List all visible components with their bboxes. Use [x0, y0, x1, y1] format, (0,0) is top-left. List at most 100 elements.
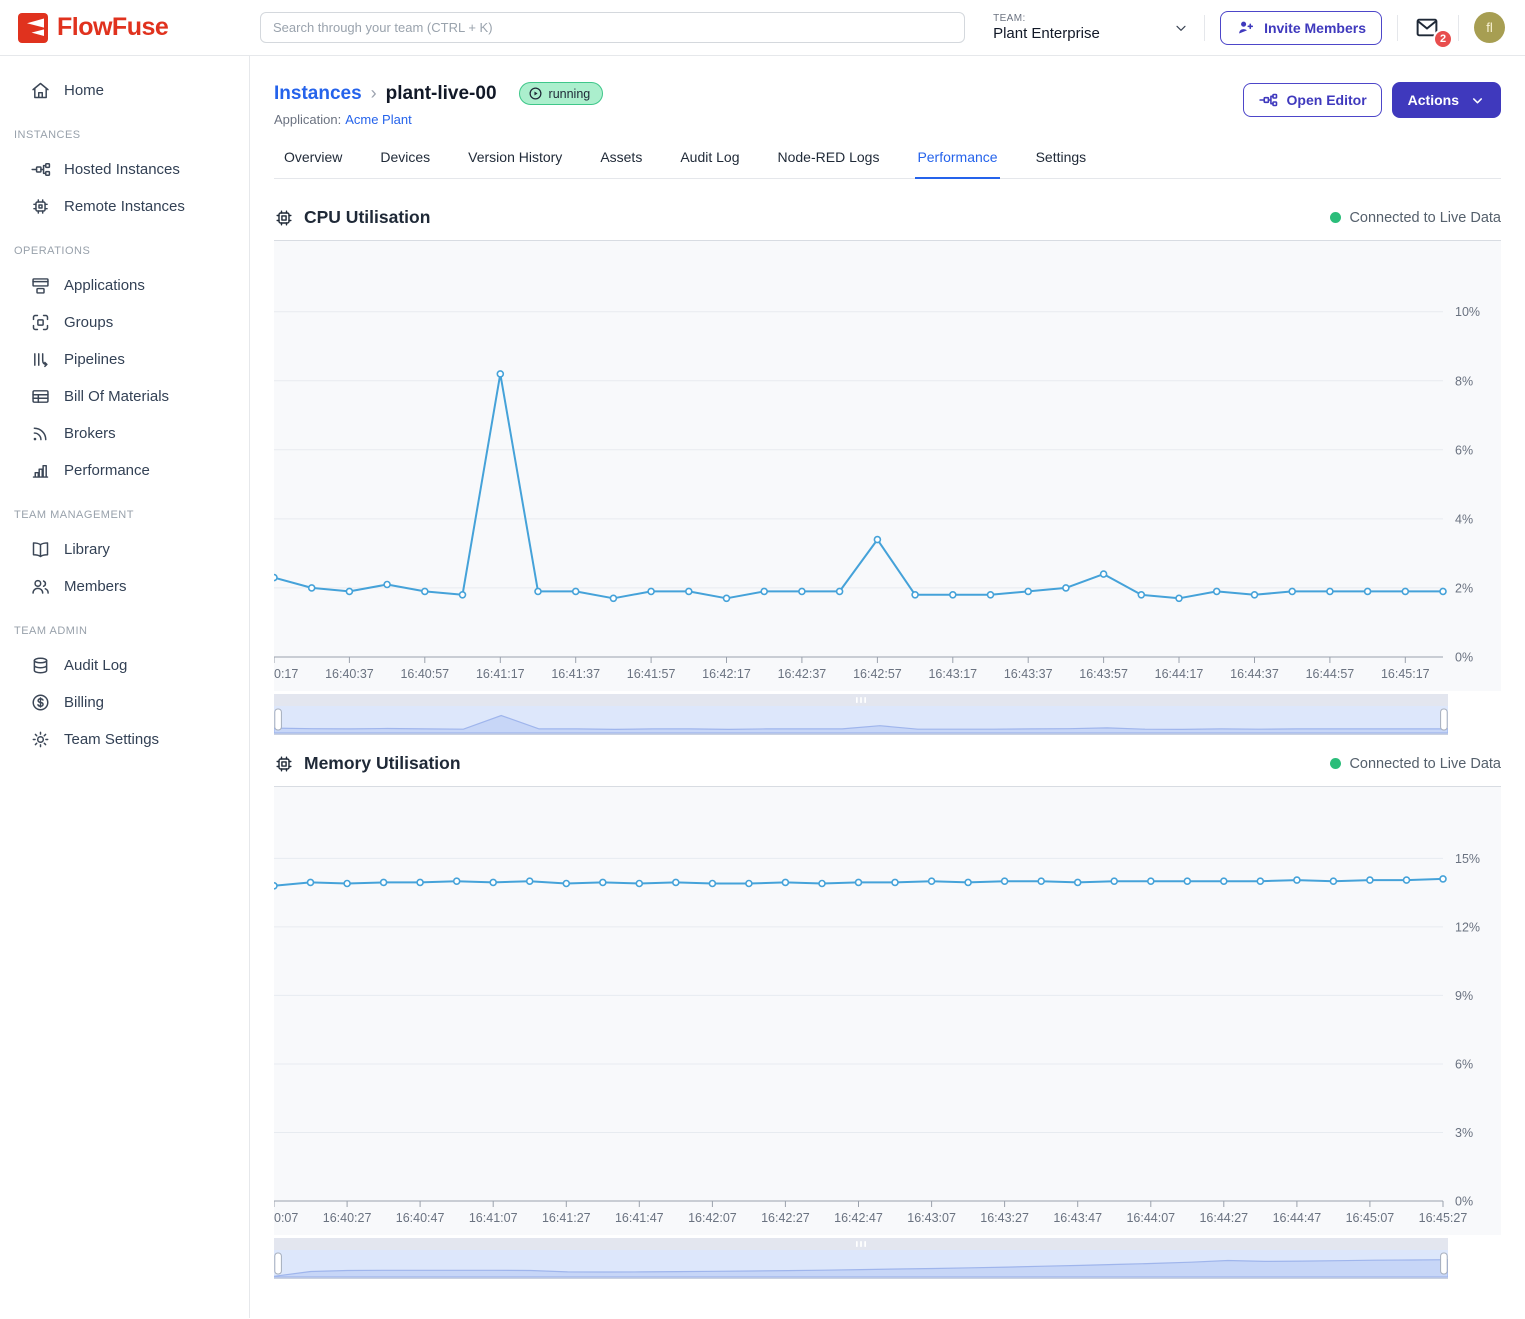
x-tick-label: 16:40:47	[396, 1211, 445, 1225]
team-name: Plant Enterprise	[993, 25, 1100, 42]
sidebar-section-instances: INSTANCES	[0, 109, 249, 151]
sidebar-item-home[interactable]: Home	[0, 72, 249, 109]
pipelines-icon	[30, 349, 51, 370]
data-point-marker	[573, 588, 579, 594]
live-data-status: Connected to Live Data	[1330, 756, 1501, 772]
data-point-marker	[648, 588, 654, 594]
application-link[interactable]: Acme Plant	[345, 112, 411, 127]
x-tick-label: 16:44:17	[1155, 667, 1204, 681]
brush-handle-right[interactable]	[1441, 1253, 1448, 1274]
billing-icon	[30, 692, 51, 713]
data-point-marker	[686, 588, 692, 594]
data-point-marker	[1184, 878, 1190, 884]
team-selector[interactable]: TEAM: Plant Enterprise	[993, 13, 1189, 42]
sidebar-item-label: Team Settings	[64, 731, 159, 748]
cpu-chart: 0%2%4%6%8%10%0:1716:40:3716:40:5716:41:1…	[274, 241, 1501, 691]
sidebar-item-hosted-instances[interactable]: Hosted Instances	[0, 151, 249, 188]
main-content: Instances › plant-live-00 running	[250, 56, 1525, 1318]
sidebar-item-pipelines[interactable]: Pipelines	[0, 341, 249, 378]
sidebar-item-label: Hosted Instances	[64, 161, 180, 178]
search-input[interactable]	[260, 12, 965, 43]
data-point-marker	[490, 879, 496, 885]
cpu-range-brush[interactable]	[274, 694, 1501, 735]
sidebar-item-library[interactable]: Library	[0, 531, 249, 568]
data-point-marker	[1402, 588, 1408, 594]
members-icon	[30, 576, 51, 597]
tab-bar: Overview Devices Version History Assets Audi…	[274, 143, 1501, 179]
notifications-button[interactable]: 2	[1413, 15, 1443, 41]
sidebar-section-operations: OPERATIONS	[0, 225, 249, 267]
flowfuse-logo[interactable]: FlowFuse	[18, 13, 250, 43]
tab-version-history[interactable]: Version History	[466, 143, 564, 179]
data-point-marker	[1002, 878, 1008, 884]
sidebar-item-team-settings[interactable]: Team Settings	[0, 721, 249, 758]
memory-range-brush[interactable]	[274, 1238, 1501, 1279]
data-point-marker	[1257, 878, 1263, 884]
chip-icon	[274, 754, 294, 774]
data-point-marker	[1440, 876, 1446, 882]
data-point-marker	[1327, 588, 1333, 594]
x-tick-label: 0:17	[274, 667, 298, 681]
x-tick-label: 16:41:57	[627, 667, 676, 681]
sidebar-item-label: Brokers	[64, 425, 116, 442]
x-tick-label: 16:45:27	[1419, 1211, 1468, 1225]
tab-devices[interactable]: Devices	[378, 143, 432, 179]
actions-button[interactable]: Actions	[1392, 82, 1501, 118]
sidebar: HomeINSTANCES Hosted Instances Remote Inst…	[0, 56, 250, 1318]
tab-node-red-logs[interactable]: Node-RED Logs	[776, 143, 882, 179]
data-point-marker	[346, 588, 352, 594]
brush-handle-left[interactable]	[275, 709, 282, 730]
open-editor-button[interactable]: Open Editor	[1243, 83, 1382, 117]
tab-settings[interactable]: Settings	[1034, 143, 1089, 179]
sidebar-item-bill-of-materials[interactable]: Bill Of Materials	[0, 378, 249, 415]
data-point-marker	[799, 588, 805, 594]
x-tick-label: 16:43:27	[980, 1211, 1029, 1225]
sidebar-item-billing[interactable]: Billing	[0, 684, 249, 721]
brokers-icon	[30, 423, 51, 444]
data-point-marker	[636, 881, 642, 887]
flowfuse-logo-icon	[18, 13, 48, 43]
sidebar-item-members[interactable]: Members	[0, 568, 249, 605]
data-point-marker	[1440, 588, 1446, 594]
data-point-marker	[950, 592, 956, 598]
x-tick-label: 16:42:17	[702, 667, 751, 681]
invite-members-button[interactable]: Invite Members	[1220, 11, 1382, 45]
data-point-marker	[1063, 585, 1069, 591]
sidebar-section-team-management: TEAM MANAGEMENT	[0, 489, 249, 531]
sidebar-item-brokers[interactable]: Brokers	[0, 415, 249, 452]
settings-icon	[30, 729, 51, 750]
sidebar-item-performance[interactable]: Performance	[0, 452, 249, 489]
x-tick-label: 16:41:37	[551, 667, 600, 681]
x-tick-label: 16:45:17	[1381, 667, 1430, 681]
data-point-marker	[1025, 588, 1031, 594]
data-point-marker	[600, 879, 606, 885]
brush-handle-left[interactable]	[275, 1253, 282, 1274]
data-point-marker	[527, 878, 533, 884]
tab-overview[interactable]: Overview	[282, 143, 344, 179]
sidebar-item-audit-log[interactable]: Audit Log	[0, 647, 249, 684]
y-tick-label: 9%	[1455, 989, 1473, 1003]
data-point-marker	[782, 879, 788, 885]
sidebar-item-applications[interactable]: Applications	[0, 267, 249, 304]
tab-assets[interactable]: Assets	[598, 143, 644, 179]
notifications-count-badge: 2	[1433, 29, 1453, 49]
tab-audit-log[interactable]: Audit Log	[678, 143, 741, 179]
data-point-marker	[1252, 592, 1258, 598]
x-tick-label: 16:44:27	[1199, 1211, 1248, 1225]
user-avatar[interactable]: fl	[1474, 12, 1505, 43]
user-plus-icon	[1236, 18, 1255, 37]
data-point-marker	[1101, 571, 1107, 577]
brush-handle-right[interactable]	[1441, 709, 1448, 730]
sidebar-item-remote-instances[interactable]: Remote Instances	[0, 188, 249, 225]
memory-utilisation-section: Memory Utilisation Connected to Live Dat…	[274, 745, 1501, 1279]
sidebar-item-label: Library	[64, 541, 110, 558]
chevron-down-icon	[1173, 20, 1189, 36]
tab-performance[interactable]: Performance	[915, 143, 999, 179]
bom-icon	[30, 386, 51, 407]
data-point-marker	[422, 588, 428, 594]
home-icon	[30, 80, 51, 101]
sidebar-item-groups[interactable]: Groups	[0, 304, 249, 341]
applications-icon	[30, 275, 51, 296]
cpu-utilisation-section: CPU Utilisation Connected to Live Data 0…	[274, 199, 1501, 735]
breadcrumb-instances-link[interactable]: Instances	[274, 83, 362, 105]
